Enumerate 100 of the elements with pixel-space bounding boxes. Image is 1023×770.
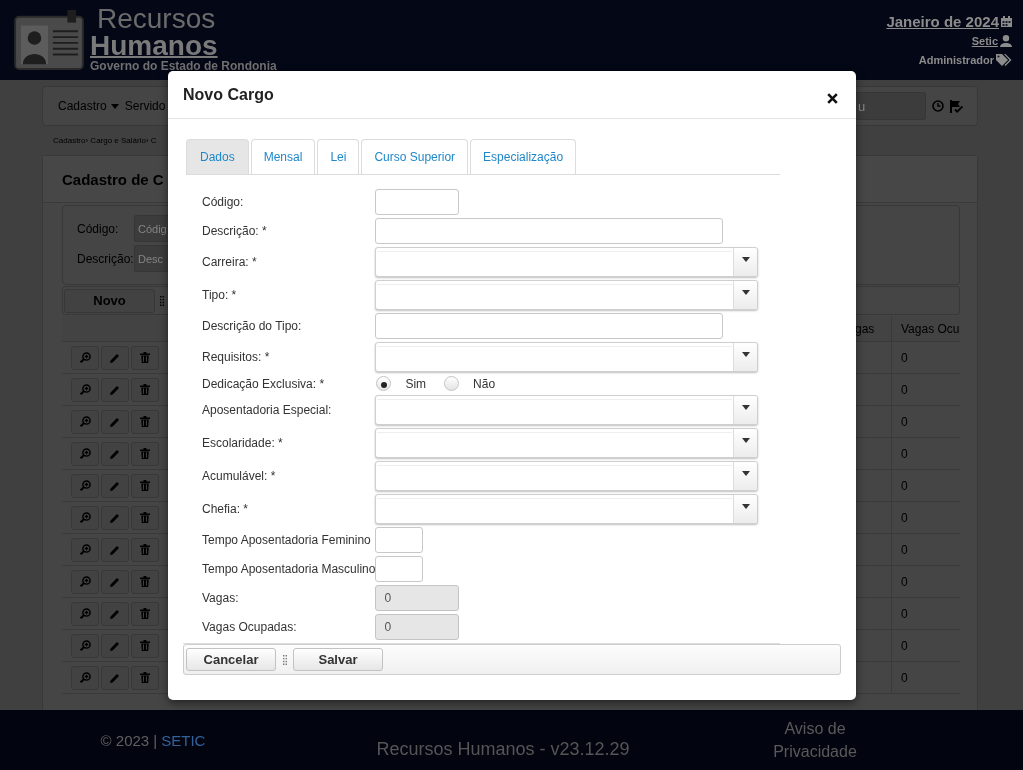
dropdown-button[interactable] [733, 248, 758, 276]
zoom-in-icon [79, 672, 91, 683]
view-button[interactable] [71, 377, 99, 402]
zoom-in-icon [79, 576, 91, 587]
delete-button[interactable] [131, 505, 159, 530]
dropdown-button[interactable] [733, 281, 758, 309]
delete-button[interactable] [131, 441, 159, 466]
edit-button[interactable] [101, 665, 129, 690]
new-button[interactable]: Novo [64, 288, 155, 313]
radio-button[interactable] [444, 376, 460, 391]
caret-icon [741, 437, 750, 443]
dropdown-button[interactable] [733, 429, 758, 457]
tab[interactable]: Dados [186, 139, 249, 174]
dialog-button[interactable]: Salvar [293, 648, 383, 671]
table-cell: 0 [901, 446, 908, 461]
edit-button[interactable] [101, 377, 129, 402]
dropdown-button[interactable] [733, 343, 758, 371]
radio-button[interactable] [376, 376, 392, 391]
view-button[interactable] [71, 537, 99, 562]
view-button[interactable] [71, 569, 99, 594]
copyright-text: © 2023 | [100, 731, 158, 749]
menu-item[interactable]: Servido [124, 99, 166, 113]
view-button[interactable] [71, 473, 99, 498]
table-cell: 0 [901, 350, 908, 365]
table-cell: 0 [901, 670, 908, 685]
caret-icon [741, 404, 750, 410]
zoom-in-icon [79, 608, 91, 619]
field-label: Tipo: * [202, 288, 238, 302]
select-field[interactable] [375, 395, 759, 425]
tab[interactable]: Curso Superior [361, 139, 469, 174]
select-field[interactable] [375, 280, 759, 310]
text-field[interactable] [375, 218, 724, 244]
flag-check-icon[interactable] [950, 99, 963, 113]
delete-button[interactable] [131, 409, 159, 434]
tab[interactable]: Mensal [250, 139, 316, 174]
user-link[interactable]: Setic [971, 34, 998, 47]
menu-item[interactable]: Cadastro [58, 99, 119, 113]
delete-button[interactable] [131, 473, 159, 498]
privacy-link[interactable]: Aviso de Privacidade [765, 717, 865, 763]
edit-button[interactable] [101, 345, 129, 370]
role-label: Administrador [918, 53, 994, 66]
setic-link[interactable]: SETIC [161, 731, 206, 749]
field-label: Tempo Aposentadoria Masculino [202, 562, 376, 576]
select-field[interactable] [375, 428, 759, 458]
view-button[interactable] [71, 505, 99, 530]
text-field[interactable] [375, 313, 724, 339]
delete-button[interactable] [131, 569, 159, 594]
view-button[interactable] [71, 441, 99, 466]
government-subtitle: Governo do Estado de Rondonia [90, 60, 277, 72]
calendar-icon [1001, 15, 1012, 27]
edit-button[interactable] [101, 601, 129, 626]
delete-button[interactable] [131, 601, 159, 626]
edit-button[interactable] [101, 473, 129, 498]
view-button[interactable] [71, 409, 99, 434]
trash-icon [140, 384, 150, 395]
pencil-icon [110, 672, 120, 683]
select-field[interactable] [375, 247, 759, 277]
text-field[interactable] [375, 189, 460, 215]
dropdown-button[interactable] [733, 495, 758, 523]
delete-button[interactable] [131, 377, 159, 402]
view-button[interactable] [71, 665, 99, 690]
view-button[interactable] [71, 345, 99, 370]
zoom-in-icon [79, 384, 91, 395]
text-field[interactable] [375, 527, 424, 553]
view-button[interactable] [71, 601, 99, 626]
trash-icon [140, 352, 150, 363]
delete-button[interactable] [131, 345, 159, 370]
tab[interactable]: Especialização [470, 139, 577, 174]
radio-label: Não [473, 376, 496, 391]
view-button[interactable] [71, 633, 99, 658]
select-field[interactable] [375, 342, 759, 372]
pencil-icon [110, 576, 120, 587]
dropdown-button[interactable] [733, 396, 758, 424]
edit-button[interactable] [101, 409, 129, 434]
dropdown-button[interactable] [733, 462, 758, 490]
edit-button[interactable] [101, 569, 129, 594]
edit-button[interactable] [101, 633, 129, 658]
zoom-in-icon [79, 448, 91, 459]
select-field[interactable] [375, 461, 759, 491]
app-title: Recursos [96, 4, 217, 33]
trash-icon [140, 672, 150, 683]
dialog-button[interactable]: Cancelar [186, 648, 276, 671]
text-field[interactable] [375, 556, 424, 582]
clock-icon[interactable] [932, 100, 944, 112]
field-label: Chefia: * [202, 502, 250, 516]
select-field[interactable] [375, 494, 759, 524]
delete-button[interactable] [131, 537, 159, 562]
version-text: Recursos Humanos - v23.12.29 [376, 739, 630, 760]
edit-button[interactable] [101, 537, 129, 562]
edit-button[interactable] [101, 505, 129, 530]
filter-label: Código: [77, 220, 120, 238]
app-title-link[interactable]: Humanos [90, 33, 277, 59]
close-icon[interactable] [827, 93, 838, 104]
delete-button[interactable] [131, 665, 159, 690]
tab[interactable]: Lei [317, 139, 360, 174]
period-link[interactable]: Janeiro de 2024 [886, 12, 999, 30]
delete-button[interactable] [131, 633, 159, 658]
edit-button[interactable] [101, 441, 129, 466]
pencil-icon [110, 608, 120, 619]
search-field[interactable]: u [856, 92, 926, 120]
